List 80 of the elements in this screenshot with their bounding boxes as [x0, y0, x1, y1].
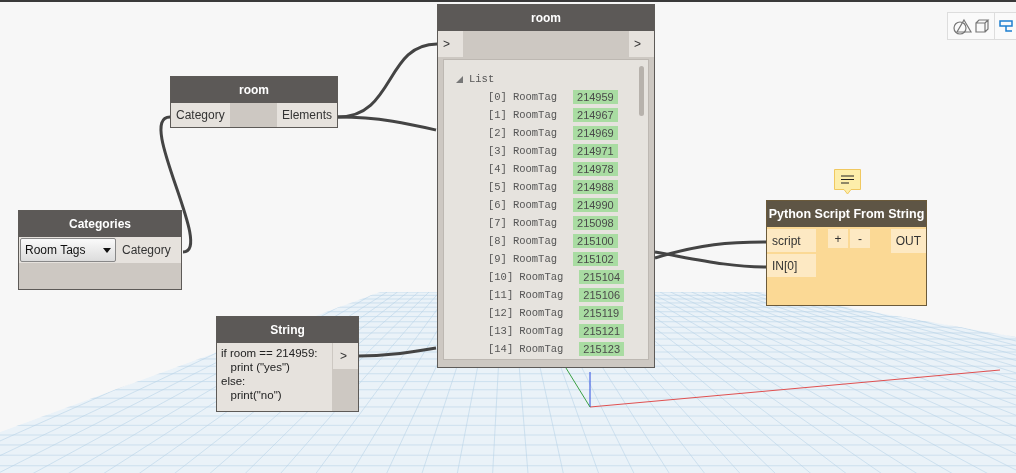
scrollbar-thumb[interactable] [639, 66, 644, 116]
list-index: [6] [488, 199, 507, 211]
node-title: String [217, 317, 358, 343]
element-id: 215102 [573, 252, 618, 266]
item-type: RoomTag [512, 91, 557, 103]
item-type: RoomTag [519, 289, 564, 301]
element-id: 215121 [579, 324, 625, 338]
output-port[interactable]: > [333, 343, 358, 369]
list-index: [0] [488, 91, 507, 103]
list-index: [14] [488, 343, 514, 355]
item-type: RoomTag [519, 271, 564, 283]
item-type: RoomTag [512, 163, 557, 175]
element-id: 214959 [573, 90, 618, 104]
node-title: room [171, 77, 337, 103]
element-id: 214967 [573, 108, 618, 122]
element-id: 215123 [579, 342, 625, 356]
connector-wire[interactable] [359, 346, 437, 358]
list-index: [4] [488, 163, 507, 175]
element-id: 214988 [573, 180, 618, 194]
node-card[interactable]: String if room == 214959: print ("yes") else: print("no") > [216, 316, 359, 412]
list-index: [12] [488, 307, 514, 319]
node-title: Categories [19, 211, 181, 237]
connector-wire[interactable] [654, 250, 767, 269]
output-port[interactable]: Elements [276, 103, 337, 127]
connector-wire[interactable] [654, 240, 766, 260]
item-type: RoomTag [519, 325, 564, 337]
element-id: 215100 [573, 234, 618, 248]
shapes-icon[interactable] [952, 17, 990, 35]
list-index: [2] [488, 127, 507, 139]
note-icon[interactable] [834, 169, 861, 195]
node-card[interactable] [437, 4, 655, 368]
node-title: room [438, 5, 654, 31]
item-type: RoomTag [512, 253, 557, 265]
element-id: 214978 [573, 162, 618, 176]
input-port[interactable]: Category [171, 103, 230, 127]
code-field[interactable]: if room == 214959: print ("yes") else: print("no") [217, 343, 333, 411]
list-index: [10] [488, 271, 514, 283]
element-id: 214969 [573, 126, 618, 140]
list-index: [5] [488, 181, 507, 193]
list-index: [8] [488, 235, 507, 247]
node-card[interactable]: room Category Elements [170, 76, 338, 128]
connector-wire[interactable] [337, 115, 437, 132]
add-input-button[interactable]: + [828, 229, 848, 248]
element-id: 215119 [579, 306, 624, 320]
node-card[interactable]: Python Script From String script IN[0] + - OUT [766, 200, 927, 306]
category-dropdown[interactable]: Room Tags [20, 238, 116, 262]
graph-canvas[interactable] [0, 0, 1016, 473]
element-id: 215104 [579, 270, 625, 284]
input-port[interactable]: > [438, 31, 463, 57]
connector-wire[interactable] [337, 42, 438, 119]
item-type: RoomTag [512, 217, 557, 229]
list-index: [7] [488, 217, 507, 229]
list-index: [11] [488, 289, 514, 301]
element-id: 215098 [573, 216, 618, 230]
layers-icon[interactable] [999, 18, 1013, 34]
item-type: RoomTag [519, 343, 564, 355]
list-label: List [469, 73, 495, 85]
item-type: RoomTag [512, 109, 557, 121]
element-id: 215106 [579, 288, 625, 302]
list-index: [13] [488, 325, 514, 337]
element-id: 214990 [573, 198, 618, 212]
node-card[interactable]: Categories Room Tags Category [18, 210, 182, 290]
node-title: Python Script From String [767, 201, 926, 227]
item-type: RoomTag [512, 181, 557, 193]
list-index: [3] [488, 145, 507, 157]
item-type: RoomTag [512, 199, 557, 211]
input-port[interactable]: script [767, 229, 816, 252]
item-type: RoomTag [512, 235, 557, 247]
caret-icon [103, 247, 111, 253]
list-index: [1] [488, 109, 507, 121]
list-index: [9] [488, 253, 507, 265]
item-type: RoomTag [512, 145, 557, 157]
expand-triangle-icon[interactable] [456, 75, 463, 83]
item-type: RoomTag [512, 127, 557, 139]
output-port[interactable]: > [629, 31, 654, 57]
item-type: RoomTag [519, 307, 564, 319]
output-port[interactable]: OUT [890, 229, 926, 253]
input-port[interactable]: IN[0] [767, 254, 816, 277]
remove-input-button[interactable]: - [850, 229, 870, 248]
element-id: 214971 [573, 144, 618, 158]
